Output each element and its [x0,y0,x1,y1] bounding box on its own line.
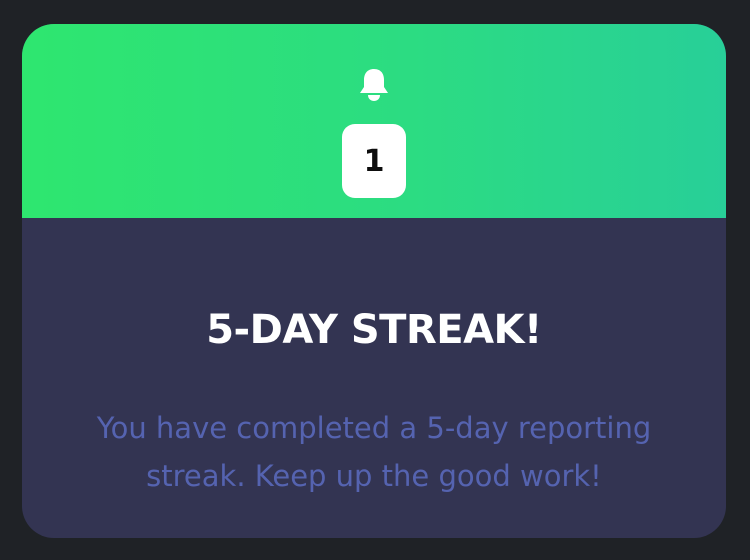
card-message: You have completed a 5-day reporting str… [96,411,652,493]
card-header: 1 [22,24,726,218]
streak-notification-card: 1 5-DAY STREAK! You have completed a 5-d… [22,24,726,538]
card-title: 5-DAY STREAK! [206,307,542,353]
bell-icon [359,68,389,102]
count-badge: 1 [342,124,406,198]
